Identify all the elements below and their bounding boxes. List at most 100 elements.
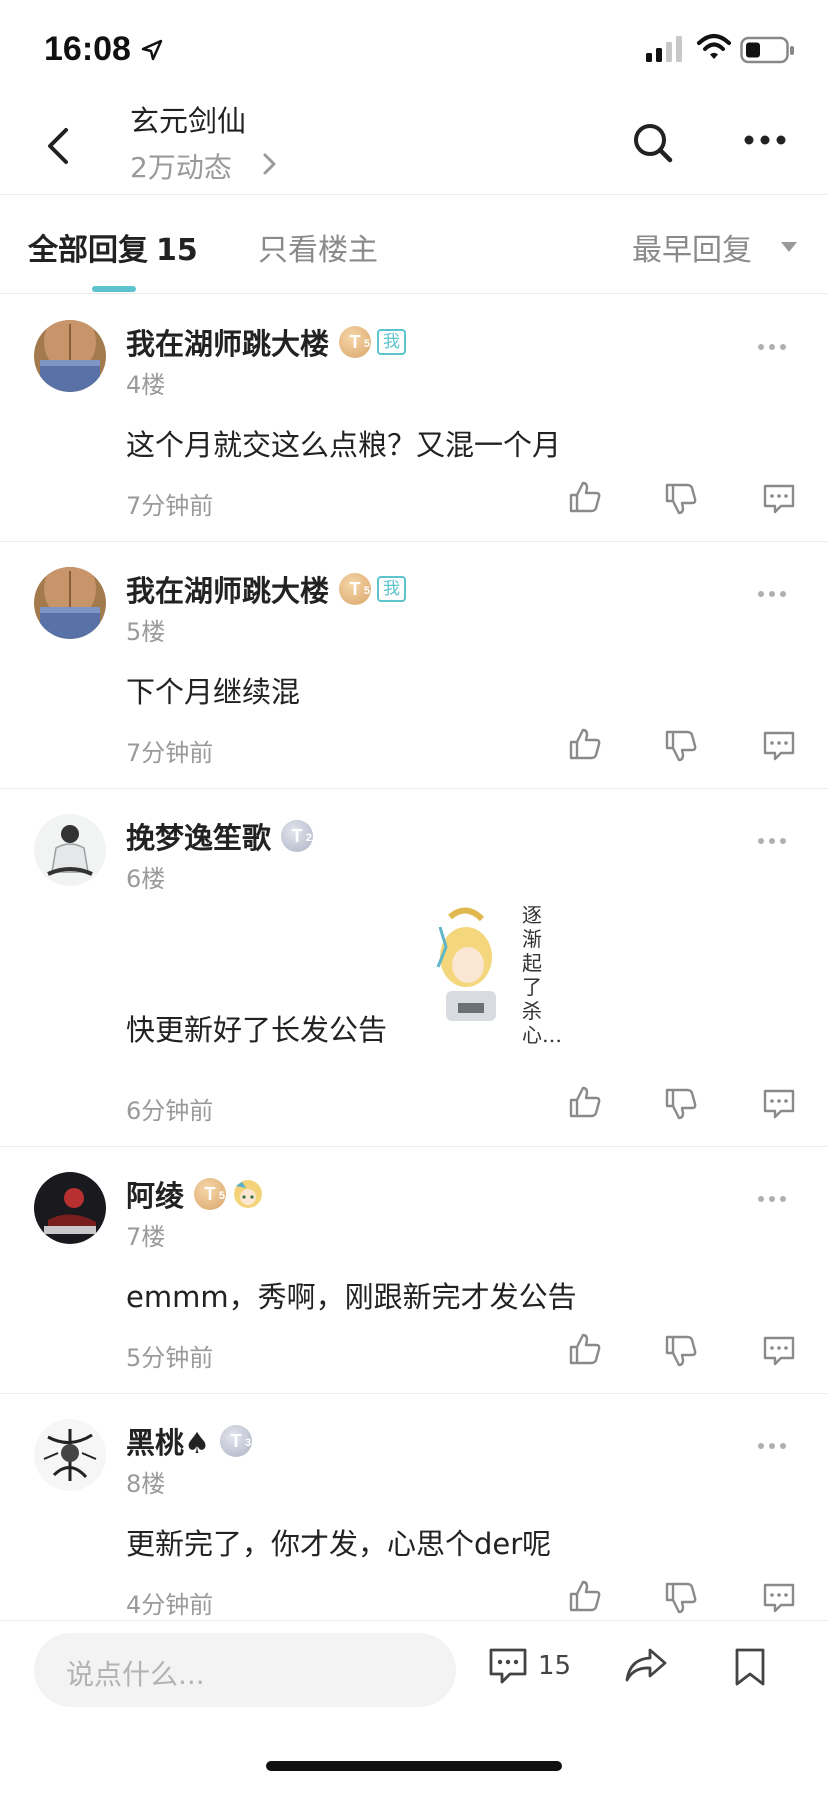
chevron-right-icon[interactable] (262, 152, 278, 176)
comments-icon[interactable] (488, 1647, 528, 1685)
floor-number: 5楼 (126, 618, 166, 646)
cellular-signal-icon (646, 36, 682, 62)
avatar[interactable] (34, 567, 106, 639)
floor-number: 6楼 (126, 865, 166, 893)
level-number: 5 (363, 585, 371, 597)
me-badge: 我 (377, 329, 407, 355)
reply-time: 4分钟前 (126, 1591, 214, 1619)
level-letter: T (291, 826, 303, 846)
wifi-icon (697, 34, 731, 59)
username-text: 黑桃♠ (126, 1426, 210, 1460)
username-text: 挽梦逸笙歌 (126, 821, 272, 855)
username-text: 我在湖师跳大楼 (126, 327, 330, 361)
avatar[interactable] (34, 814, 106, 886)
level-badge-icon: T5 (194, 1178, 227, 1210)
tab-op-only[interactable]: 只看楼主 (258, 225, 378, 269)
thumbs-up-icon[interactable] (568, 1085, 602, 1119)
avatar[interactable] (34, 1172, 106, 1244)
reply-content: 这个月就交这么点粮？又混一个月 (126, 428, 562, 462)
reply-comment-icon[interactable] (762, 1088, 796, 1120)
username[interactable]: 我在湖师跳大楼 T5 我 (126, 568, 407, 610)
topic-activity-count[interactable]: 2万动态 (130, 146, 232, 186)
level-badge-icon: T5 (339, 573, 372, 605)
username-text: 阿绫 (126, 1179, 185, 1213)
level-number: 2 (305, 832, 313, 844)
thumbs-up-icon[interactable] (568, 1332, 602, 1366)
reply-comment-icon[interactable] (762, 1335, 796, 1367)
reply-item: 我在湖师跳大楼 T5 我 5楼 下个月继续混 7分钟前 (0, 542, 828, 789)
post-more-icon[interactable] (757, 1442, 787, 1450)
bottom-action-bar: 说点什么... 15 (0, 1620, 828, 1794)
tab-all-label: 全部回复 (28, 233, 148, 268)
reply-comment-icon[interactable] (762, 730, 796, 762)
floor-number: 4楼 (126, 371, 166, 399)
status-bar: 16:08 (0, 0, 828, 100)
battery-icon (740, 36, 794, 64)
more-options-icon[interactable] (744, 134, 786, 146)
reply-time: 7分钟前 (126, 739, 214, 767)
share-icon[interactable] (624, 1647, 668, 1685)
reply-content: emmm，秀啊，刚跟新完才发公告 (126, 1280, 577, 1314)
anime-avatar-badge-icon (234, 1180, 263, 1208)
thumbs-up-icon[interactable] (568, 480, 602, 514)
post-more-icon[interactable] (757, 837, 787, 845)
status-time: 16:08 (44, 30, 131, 68)
username[interactable]: 我在湖师跳大楼 T5 我 (126, 321, 407, 363)
reply-list: 我在湖师跳大楼 T5 我 4楼 这个月就交这么点粮？又混一个月 7分钟前 我在湖… (0, 295, 828, 1620)
reply-item: 我在湖师跳大楼 T5 我 4楼 这个月就交这么点粮？又混一个月 7分钟前 (0, 295, 828, 542)
thumbs-down-icon[interactable] (664, 1581, 698, 1615)
tab-all-count: 15 (156, 233, 198, 268)
comment-input[interactable]: 说点什么... (34, 1633, 456, 1707)
bookmark-icon[interactable] (734, 1647, 766, 1687)
thumbs-down-icon[interactable] (664, 1334, 698, 1368)
home-indicator (266, 1761, 562, 1771)
level-number: 5 (218, 1190, 226, 1202)
reply-comment-icon[interactable] (762, 1582, 796, 1614)
anime-sticker-image (436, 907, 496, 1021)
thumbs-down-icon[interactable] (664, 729, 698, 763)
topic-title[interactable]: 玄元剑仙 (130, 98, 246, 140)
active-tab-indicator (92, 286, 136, 292)
reply-comment-icon[interactable] (762, 483, 796, 515)
reply-item: 挽梦逸笙歌 T2 6楼 快更新好了长发公告 逐渐起了杀心… 6分钟前 (0, 789, 828, 1147)
post-more-icon[interactable] (757, 590, 787, 598)
thumbs-up-icon[interactable] (568, 1579, 602, 1613)
level-badge-icon: T2 (281, 820, 314, 852)
location-arrow-icon (141, 39, 163, 61)
reply-content: 快更新好了长发公告 (126, 1013, 388, 1047)
level-badge-icon: T3 (220, 1425, 252, 1457)
topic-header: 玄元剑仙 2万动态 (0, 90, 828, 195)
sort-dropdown[interactable]: 最早回复 (632, 225, 752, 269)
username[interactable]: 挽梦逸笙歌 T2 (126, 815, 314, 857)
floor-number: 7楼 (126, 1223, 166, 1251)
level-letter: T (349, 579, 361, 599)
username-text: 我在湖师跳大楼 (126, 574, 330, 608)
search-icon[interactable] (632, 122, 674, 164)
level-badge-icon: T5 (339, 326, 372, 358)
reply-time: 7分钟前 (126, 492, 214, 520)
level-letter: T (204, 1184, 216, 1204)
comment-count[interactable]: 15 (538, 1651, 571, 1681)
reply-content: 更新完了，你才发，心思个der呢 (126, 1527, 552, 1561)
thumbs-down-icon[interactable] (664, 1087, 698, 1121)
level-letter: T (349, 332, 361, 352)
thumbs-up-icon[interactable] (568, 727, 602, 761)
thumbs-down-icon[interactable] (664, 482, 698, 516)
username[interactable]: 黑桃♠ T3 (126, 1420, 252, 1462)
sticker-caption: 逐渐起了杀心… (522, 903, 562, 1047)
tab-all-replies[interactable]: 全部回复 15 (28, 225, 198, 269)
floor-number: 8楼 (126, 1470, 166, 1498)
level-number: 3 (244, 1437, 251, 1449)
level-number: 5 (363, 338, 371, 350)
username[interactable]: 阿绫 T5 (126, 1173, 264, 1215)
avatar[interactable] (34, 320, 106, 392)
me-badge: 我 (377, 576, 407, 602)
reply-content: 下个月继续混 (126, 675, 301, 709)
caret-down-icon[interactable] (780, 241, 798, 253)
reply-item: 阿绫 T5 7楼 emmm，秀啊，刚跟新完才发公告 5分钟前 (0, 1147, 828, 1394)
back-chevron-icon[interactable] (44, 126, 72, 166)
post-more-icon[interactable] (757, 1195, 787, 1203)
reply-tabs: 全部回复 15 只看楼主 最早回复 (0, 195, 828, 294)
avatar[interactable] (34, 1419, 106, 1491)
post-more-icon[interactable] (757, 343, 787, 351)
